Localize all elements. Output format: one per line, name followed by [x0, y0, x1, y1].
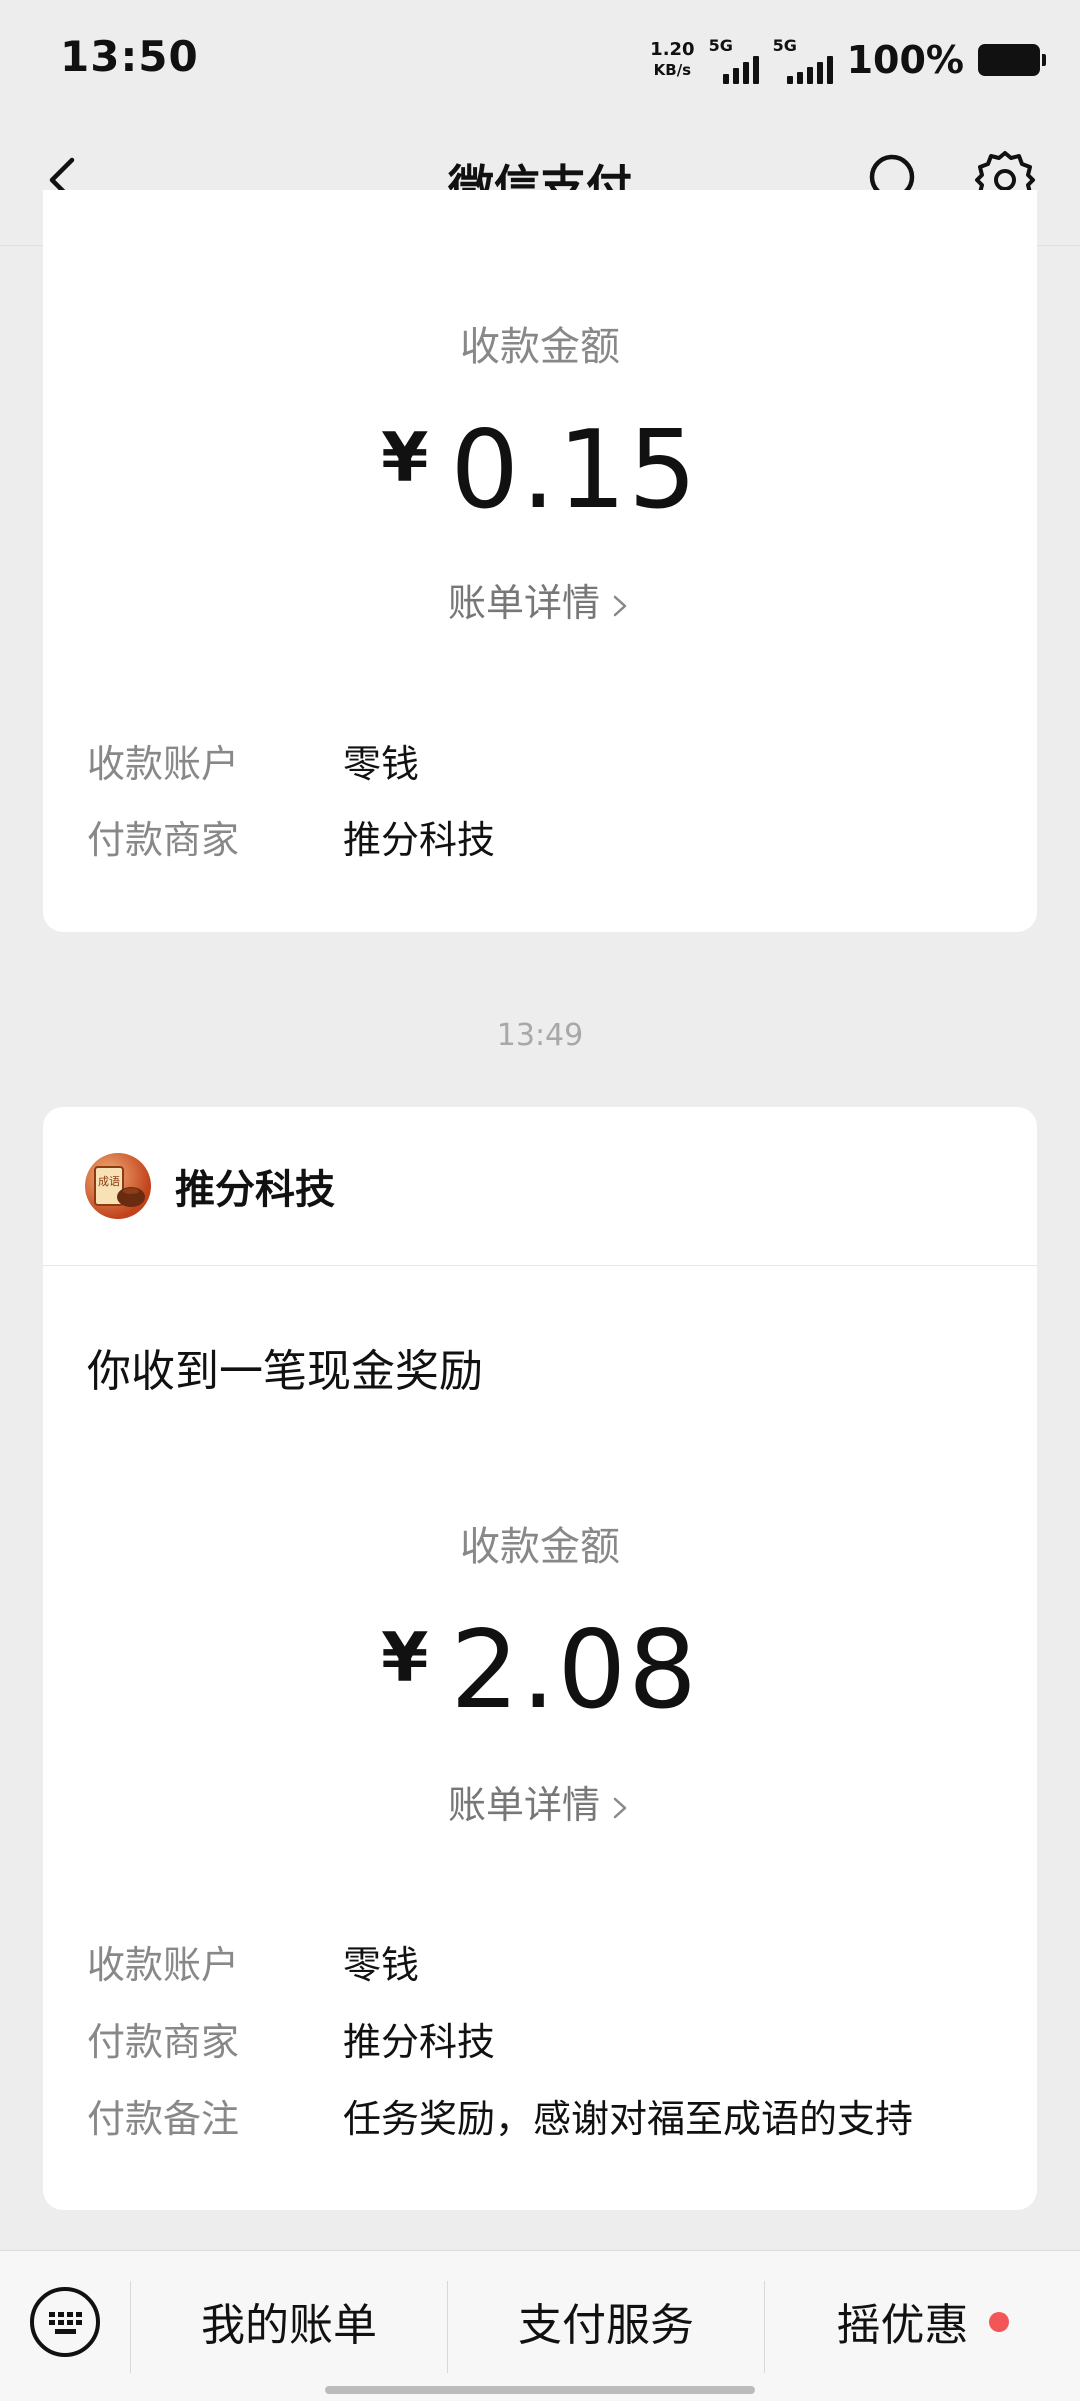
merchant-avatar: 成语 [85, 1153, 151, 1219]
tab-shake-discount[interactable]: 摇优惠 [765, 2251, 1080, 2401]
signal-icon-sim1: 5G [709, 36, 759, 84]
status-icons: 1.20 KB/s 5G 5G 100% [650, 36, 1046, 84]
amount-label: 收款金额 [460, 324, 620, 370]
currency-symbol: ¥ [381, 1619, 431, 1698]
currency-symbol: ¥ [381, 419, 431, 498]
payment-card-2[interactable]: 成语 推分科技 你收到一笔现金奖励 收款金额 ¥2.08 账单详情 收款账户 零… [43, 1107, 1037, 2210]
message-timestamp: 13:49 [496, 1018, 584, 1053]
info-row-account: 收款账户 零钱 [87, 1943, 420, 1987]
bill-details-link[interactable]: 账单详情 [43, 1774, 1037, 1829]
amount-value: ¥0.15 [381, 408, 699, 533]
signal-icon-sim2: 5G [773, 36, 833, 84]
notification-dot [988, 2312, 1009, 2332]
tab-my-bills[interactable]: 我的账单 [131, 2251, 447, 2401]
info-row-merchant: 付款商家 推分科技 [87, 818, 496, 862]
home-indicator[interactable] [325, 2386, 755, 2394]
info-row-remark: 付款备注 任务奖励，感谢对福至成语的支持 [87, 2097, 914, 2141]
battery-icon [978, 44, 1046, 76]
info-row-merchant: 付款商家 推分科技 [87, 2020, 496, 2064]
svg-text:成语: 成语 [98, 1175, 120, 1188]
chevron-right-icon [613, 595, 627, 617]
battery-percent: 100% [846, 38, 964, 82]
amount-value: ¥2.08 [381, 1608, 699, 1733]
tab-payment-services[interactable]: 支付服务 [448, 2251, 764, 2401]
status-time: 13:50 [60, 32, 199, 81]
merchant-name: 推分科技 [175, 1167, 335, 1213]
keyboard-toggle-button[interactable] [28, 2285, 102, 2359]
message-title: 你收到一笔现金奖励 [87, 1346, 483, 1397]
info-row-account: 收款账户 零钱 [87, 742, 420, 786]
chevron-right-icon [613, 1797, 627, 1819]
payment-card-1[interactable]: 收款金额 ¥0.15 账单详情 收款账户 零钱 付款商家 推分科技 [43, 190, 1037, 932]
status-bar: 13:50 1.20 KB/s 5G 5G 100% [0, 0, 1080, 115]
network-speed: 1.20 KB/s [650, 39, 695, 80]
bill-details-link[interactable]: 账单详情 [43, 572, 1037, 627]
keyboard-icon [30, 2287, 100, 2357]
idiom-game-logo-icon: 成语 [94, 1166, 145, 1207]
bottom-menu-bar: 我的账单 支付服务 摇优惠 [0, 2250, 1080, 2401]
amount-label: 收款金额 [460, 1524, 620, 1570]
merchant-header[interactable]: 成语 推分科技 [43, 1107, 1037, 1266]
